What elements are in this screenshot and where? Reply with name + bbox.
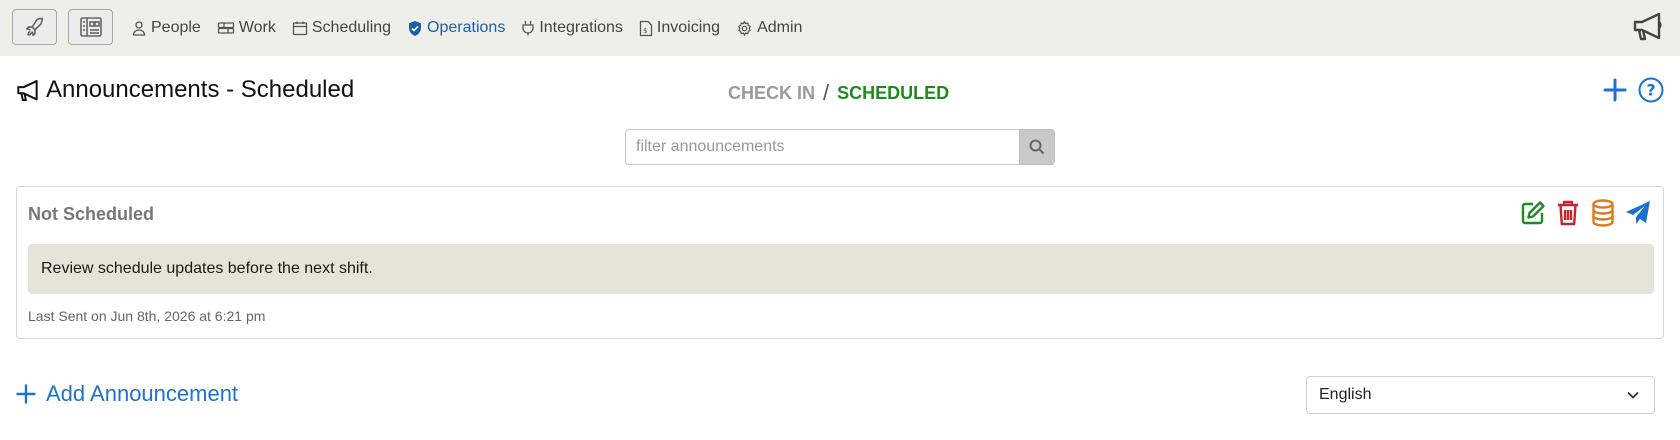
breadcrumb-scheduled[interactable]: SCHEDULED bbox=[837, 83, 949, 104]
page-title: Announcements - Scheduled bbox=[46, 76, 355, 103]
home-rocket-button[interactable] bbox=[12, 9, 57, 45]
top-nav: People Work Scheduling Operations Integr… bbox=[0, 0, 1680, 56]
announcement-card: Not Scheduled Review schedule updates be… bbox=[16, 186, 1664, 339]
svg-text:$: $ bbox=[643, 27, 647, 35]
nav-label-scheduling: Scheduling bbox=[311, 19, 392, 36]
dashboard-button[interactable] bbox=[68, 9, 113, 45]
chevron-down-icon bbox=[1627, 391, 1639, 399]
nav-item-work[interactable]: Work bbox=[217, 19, 276, 37]
announcement-actions bbox=[1513, 198, 1653, 228]
edit-button[interactable] bbox=[1518, 198, 1548, 228]
rocket-icon bbox=[25, 17, 43, 37]
svg-text:?: ? bbox=[1646, 81, 1655, 100]
filter-search-button[interactable] bbox=[1019, 129, 1055, 165]
paper-plane-icon bbox=[1626, 201, 1650, 224]
breadcrumb-separator: / bbox=[823, 80, 830, 105]
database-icon bbox=[1592, 199, 1614, 227]
nav-item-integrations[interactable]: Integrations bbox=[521, 19, 623, 37]
megaphone-icon bbox=[17, 80, 38, 102]
language-select-value: English bbox=[1319, 386, 1372, 403]
announcement-status: Not Scheduled bbox=[28, 204, 155, 224]
plug-icon bbox=[522, 21, 534, 36]
nav-menu: People Work Scheduling Operations Integr… bbox=[131, 0, 818, 56]
language-select[interactable]: English bbox=[1306, 376, 1655, 414]
edit-icon bbox=[1521, 201, 1545, 225]
invoice-icon: $ bbox=[639, 20, 653, 36]
gear-icon bbox=[738, 20, 751, 36]
shield-check-icon bbox=[409, 20, 422, 36]
nav-label-operations: Operations bbox=[427, 19, 506, 36]
nav-item-scheduling[interactable]: Scheduling bbox=[292, 19, 391, 37]
work-icon bbox=[217, 22, 234, 34]
archive-button[interactable] bbox=[1588, 198, 1618, 228]
breadcrumb: CHECK IN / SCHEDULED bbox=[728, 80, 949, 106]
add-announcement-link[interactable]: Add Announcement bbox=[16, 381, 238, 407]
add-announcement-plus-button[interactable] bbox=[1603, 78, 1627, 107]
breadcrumb-check-in[interactable]: CHECK IN bbox=[728, 83, 815, 104]
nav-label-invoicing: Invoicing bbox=[656, 19, 721, 36]
plus-icon bbox=[1603, 78, 1627, 102]
nav-item-people[interactable]: People bbox=[131, 19, 201, 37]
delete-button[interactable] bbox=[1553, 198, 1583, 228]
nav-item-operations[interactable]: Operations bbox=[407, 19, 505, 37]
announcement-message: Review schedule updates before the next … bbox=[28, 244, 1654, 294]
dashboard-icon bbox=[79, 17, 102, 37]
calendar-icon bbox=[292, 21, 308, 36]
filter-input[interactable] bbox=[625, 129, 1019, 165]
nav-label-integrations: Integrations bbox=[539, 19, 623, 36]
help-icon: ? bbox=[1638, 77, 1664, 103]
add-announcement-label: Add Announcement bbox=[46, 381, 239, 406]
nav-label-people: People bbox=[151, 19, 201, 36]
person-icon bbox=[132, 21, 146, 36]
send-button[interactable] bbox=[1623, 198, 1653, 228]
plus-icon bbox=[16, 384, 36, 404]
nav-item-admin[interactable]: Admin bbox=[736, 19, 802, 37]
megaphone-icon bbox=[1633, 12, 1662, 41]
search-icon bbox=[1029, 139, 1045, 155]
trash-icon bbox=[1558, 200, 1578, 226]
announcement-last-sent: Last Sent on Jun 8th, 2026 at 6:21 pm bbox=[28, 308, 266, 324]
announcements-megaphone-button[interactable] bbox=[1632, 12, 1666, 47]
help-button[interactable]: ? bbox=[1638, 77, 1664, 108]
nav-item-invoicing[interactable]: $ Invoicing bbox=[639, 19, 720, 37]
nav-label-work: Work bbox=[238, 19, 276, 36]
nav-label-admin: Admin bbox=[757, 19, 803, 36]
filter-bar bbox=[625, 129, 1055, 165]
